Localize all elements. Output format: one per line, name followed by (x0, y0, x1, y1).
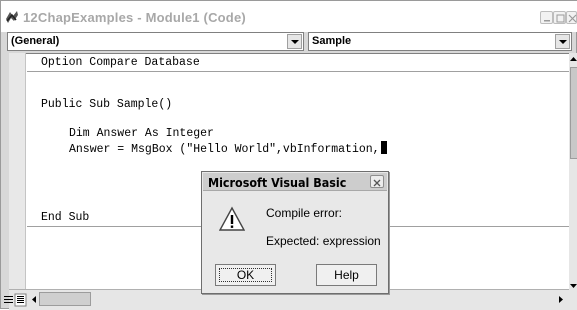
help-button[interactable]: Help (316, 264, 377, 286)
chevron-down-icon (559, 40, 567, 44)
chevron-down-icon (291, 40, 299, 44)
scroll-left-icon[interactable] (30, 295, 39, 304)
dialog-close-button[interactable] (370, 175, 384, 188)
error-detail-text: Expected: expression (266, 234, 381, 248)
text-cursor (380, 141, 387, 154)
procedure-combo[interactable]: Sample (308, 32, 572, 51)
title-bar[interactable]: 12ChapExamples - Module1 (Code) (1, 1, 577, 32)
module-icon (6, 11, 18, 23)
dialog-title: Microsoft Visual Basic (208, 176, 347, 190)
full-module-view-icon[interactable] (14, 293, 27, 307)
view-toggle-icons[interactable] (1, 292, 29, 308)
procedure-separator (27, 71, 569, 72)
procedure-view-icon[interactable] (4, 296, 13, 303)
code-line-text: Answer = MsgBox ("Hello World",vbInforma… (69, 143, 380, 156)
close-icon (373, 179, 381, 187)
compile-error-dialog: Microsoft Visual Basic Compile error: Ex… (201, 171, 389, 294)
dialog-title-bar[interactable]: Microsoft Visual Basic (203, 173, 387, 191)
scroll-down-icon[interactable] (569, 281, 577, 290)
close-icon (568, 14, 577, 23)
procedure-combo-dropdown[interactable] (555, 34, 570, 49)
vertical-scroll-thumb[interactable] (570, 67, 577, 159)
procedure-combo-value: Sample (312, 35, 352, 47)
vba-code-window: 12ChapExamples - Module1 (Code) (General… (0, 0, 577, 310)
margin-indicator-bar[interactable] (9, 53, 26, 289)
close-button[interactable] (566, 11, 577, 24)
restore-button[interactable] (553, 11, 566, 24)
code-line[interactable]: Public Sub Sample() (41, 98, 172, 111)
horizontal-scroll-thumb[interactable] (39, 292, 91, 306)
object-combo-value: (General) (11, 35, 60, 47)
minimize-icon (544, 20, 550, 22)
code-line[interactable]: End Sub (41, 211, 89, 224)
error-title-text: Compile error: (266, 206, 343, 220)
restore-icon (556, 14, 565, 23)
scroll-up-icon[interactable] (569, 55, 577, 64)
warning-icon (219, 206, 245, 231)
code-line[interactable]: Dim Answer As Integer (69, 127, 214, 140)
object-combo-dropdown[interactable] (287, 34, 302, 49)
object-combo[interactable]: (General) (7, 32, 304, 51)
ok-button[interactable]: OK (215, 264, 276, 286)
code-line-with-cursor[interactable]: Answer = MsgBox ("Hello World",vbInforma… (69, 141, 387, 156)
window-title: 12ChapExamples - Module1 (Code) (23, 10, 246, 25)
scroll-right-icon[interactable] (556, 295, 565, 304)
code-line[interactable]: Option Compare Database (41, 56, 200, 69)
minimize-button[interactable] (540, 11, 553, 24)
